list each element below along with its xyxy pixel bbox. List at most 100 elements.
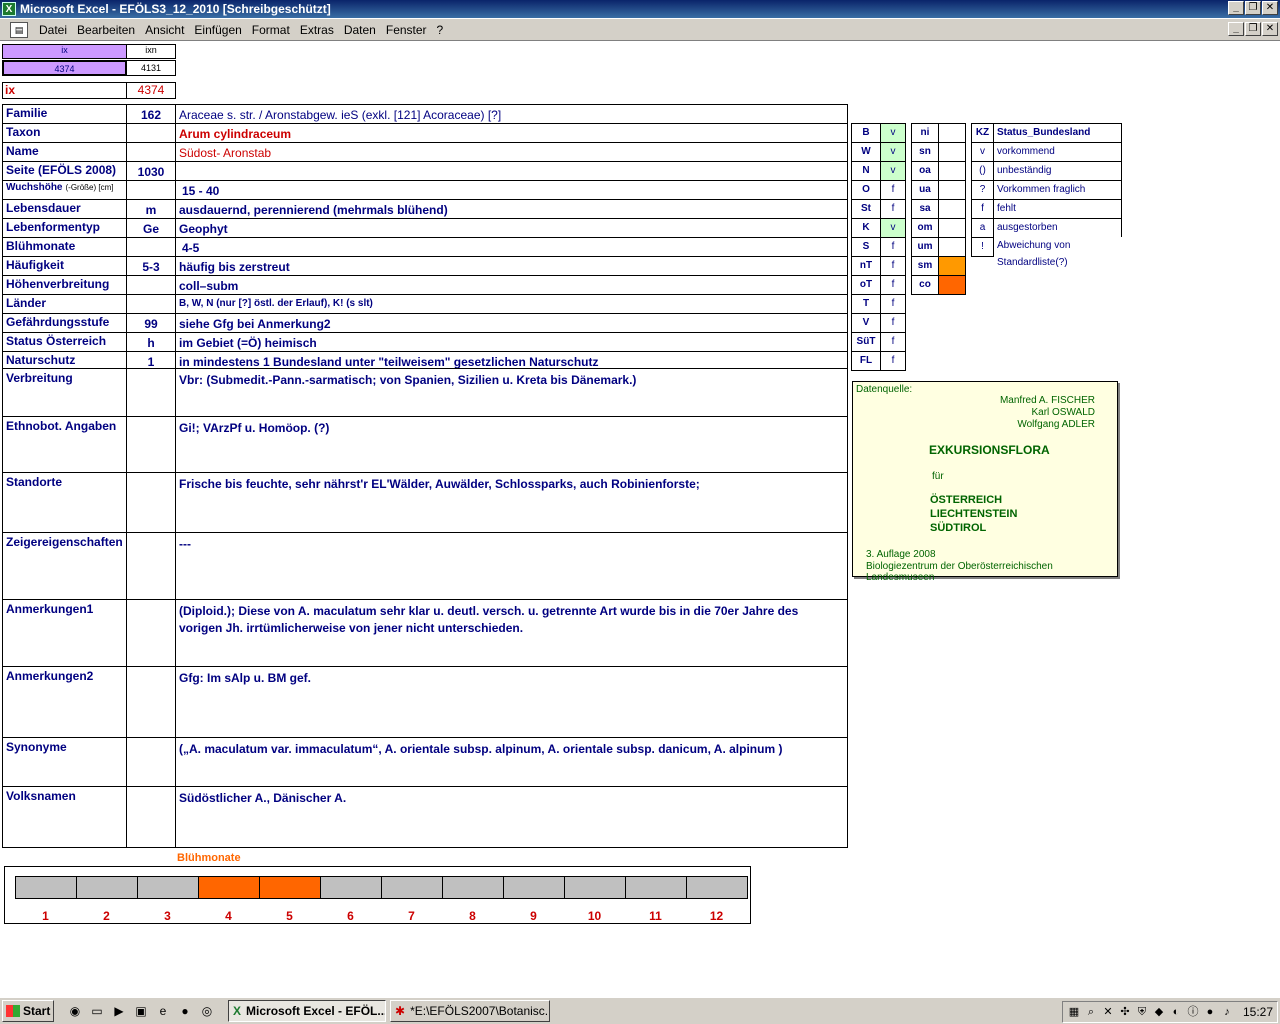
row-code[interactable] (126, 237, 176, 257)
description-value[interactable]: (Diploid.); Diese von A. maculatum sehr … (175, 599, 848, 667)
menu-ansicht[interactable]: Ansicht (140, 23, 189, 37)
quicklaunch-media-icon[interactable]: ▶ (110, 1002, 128, 1020)
tray-mute-icon[interactable]: ✕ (1101, 1005, 1115, 1019)
row-code[interactable]: Ge (126, 218, 176, 238)
row-code[interactable] (126, 294, 176, 314)
altitude-mark[interactable] (938, 256, 966, 276)
row-code[interactable]: 99 (126, 313, 176, 333)
row-code[interactable] (126, 123, 176, 143)
ix-header[interactable]: ix (2, 44, 127, 59)
ixn-value-cell[interactable]: 4131 (126, 60, 176, 76)
tray-update-icon[interactable]: ◐ (1169, 1005, 1183, 1019)
row-code[interactable]: m (126, 199, 176, 219)
row-value[interactable]: Araceae s. str. / Aronstabgew. ieS (exkl… (175, 104, 848, 124)
task-excel[interactable]: X Microsoft Excel - EFÖL... (228, 1000, 386, 1022)
menu-einfuegen[interactable]: Einfügen (189, 23, 246, 37)
workbook-close-button[interactable]: ✕ (1262, 22, 1278, 36)
menu-help[interactable]: ? (432, 23, 449, 37)
altitude-mark[interactable] (938, 199, 966, 219)
menu-fenster[interactable]: Fenster (381, 23, 432, 37)
row-code[interactable] (126, 180, 176, 200)
description-code[interactable] (126, 416, 176, 473)
description-code[interactable] (126, 532, 176, 600)
description-value[interactable]: Gfg: Im sAlp u. BM gef. (175, 666, 848, 738)
description-value[interactable]: („A. maculatum var. immaculatum“, A. ori… (175, 737, 848, 787)
row-value[interactable]: Geophyt (175, 218, 848, 238)
row-value[interactable]: 15 - 40 (175, 180, 848, 200)
altitude-mark[interactable] (938, 275, 966, 295)
altitude-mark[interactable] (938, 237, 966, 257)
menu-datei[interactable]: Datei (34, 23, 72, 37)
tray-volume-icon[interactable]: ♪ (1220, 1005, 1234, 1019)
tray-network-icon[interactable]: ▦ (1067, 1005, 1081, 1019)
tray-info-icon[interactable]: ⓘ (1186, 1005, 1200, 1019)
row-code[interactable]: 5-3 (126, 256, 176, 276)
workbook-restore-button[interactable]: ❐ (1245, 22, 1261, 36)
region-status[interactable]: f (880, 180, 906, 200)
menu-daten[interactable]: Daten (339, 23, 381, 37)
ix-current-cell[interactable]: 4374 (126, 82, 176, 99)
workbook-minimize-button[interactable]: _ (1228, 22, 1244, 36)
description-code[interactable] (126, 368, 176, 417)
quicklaunch-firefox-icon[interactable]: ● (176, 1002, 194, 1020)
region-status[interactable]: f (880, 237, 906, 257)
quicklaunch-ie-icon[interactable]: ◉ (66, 1002, 84, 1020)
region-status[interactable]: v (880, 218, 906, 238)
description-value[interactable]: Vbr: (Submedit.-Pann.-sarmatisch; von Sp… (175, 368, 848, 417)
menu-bearbeiten[interactable]: Bearbeiten (72, 23, 140, 37)
row-value[interactable]: B, W, N (nur [?] östl. der Erlauf), K! (… (175, 294, 848, 314)
description-value[interactable]: --- (175, 532, 848, 600)
row-code[interactable]: h (126, 332, 176, 352)
region-status[interactable]: f (880, 351, 906, 371)
menu-extras[interactable]: Extras (295, 23, 339, 37)
description-value[interactable]: Südöstlicher A., Dänischer A. (175, 786, 848, 848)
description-code[interactable] (126, 472, 176, 533)
ix-value-cell[interactable]: 4374 (2, 60, 127, 76)
quicklaunch-desktop-icon[interactable]: ▭ (88, 1002, 106, 1020)
region-status[interactable]: f (880, 332, 906, 352)
row-value[interactable]: im Gebiet (=Ö) heimisch (175, 332, 848, 352)
region-status[interactable]: v (880, 161, 906, 181)
worksheet[interactable]: ix ixn 4374 4131 ix 4374 Datenquelle: Ma… (0, 42, 1280, 995)
region-status[interactable]: f (880, 199, 906, 219)
description-code[interactable] (126, 666, 176, 738)
altitude-mark[interactable] (938, 161, 966, 181)
region-status[interactable]: v (880, 123, 906, 143)
tray-search-icon[interactable]: ⌕ (1084, 1005, 1098, 1019)
workbook-icon[interactable]: ▤ (10, 21, 28, 38)
row-value[interactable]: 4-5 (175, 237, 848, 257)
quicklaunch-explorer-icon[interactable]: ▣ (132, 1002, 150, 1020)
quicklaunch-chrome-icon[interactable]: ◎ (198, 1002, 216, 1020)
region-status[interactable]: f (880, 294, 906, 314)
region-status[interactable]: f (880, 313, 906, 333)
start-button[interactable]: Start (2, 1000, 54, 1022)
altitude-mark[interactable] (938, 218, 966, 238)
description-value[interactable]: Frische bis feuchte, sehr nährst'r EL'Wä… (175, 472, 848, 533)
tray-app-icon[interactable]: ● (1203, 1005, 1217, 1019)
row-code[interactable]: 1030 (126, 161, 176, 181)
altitude-mark[interactable] (938, 180, 966, 200)
row-value[interactable]: Arum cylindraceum (175, 123, 848, 143)
menu-format[interactable]: Format (247, 23, 295, 37)
row-value[interactable]: Südost- Aronstab (175, 142, 848, 162)
row-value[interactable]: coll–subm (175, 275, 848, 295)
row-code[interactable] (126, 275, 176, 295)
minimize-button[interactable]: _ (1228, 1, 1244, 15)
tray-shield-icon[interactable]: ◆ (1152, 1005, 1166, 1019)
row-value[interactable]: häufig bis zerstreut (175, 256, 848, 276)
row-code[interactable]: 162 (126, 104, 176, 124)
description-value[interactable]: Gi!; VArzPf u. Homöop. (?) (175, 416, 848, 473)
quicklaunch-browser-icon[interactable]: e (154, 1002, 172, 1020)
description-code[interactable] (126, 599, 176, 667)
description-code[interactable] (126, 737, 176, 787)
region-status[interactable]: f (880, 256, 906, 276)
row-value[interactable]: ausdauernd, perennierend (mehrmals blühe… (175, 199, 848, 219)
close-button[interactable]: ✕ (1262, 1, 1278, 15)
altitude-mark[interactable] (938, 142, 966, 162)
region-status[interactable]: f (880, 275, 906, 295)
description-code[interactable] (126, 786, 176, 848)
altitude-mark[interactable] (938, 123, 966, 143)
task-editor[interactable]: ✱ *E:\EFÖLS2007\Botanisc... (390, 1000, 550, 1022)
tray-security-icon[interactable]: ⛨ (1135, 1005, 1149, 1019)
region-status[interactable]: v (880, 142, 906, 162)
